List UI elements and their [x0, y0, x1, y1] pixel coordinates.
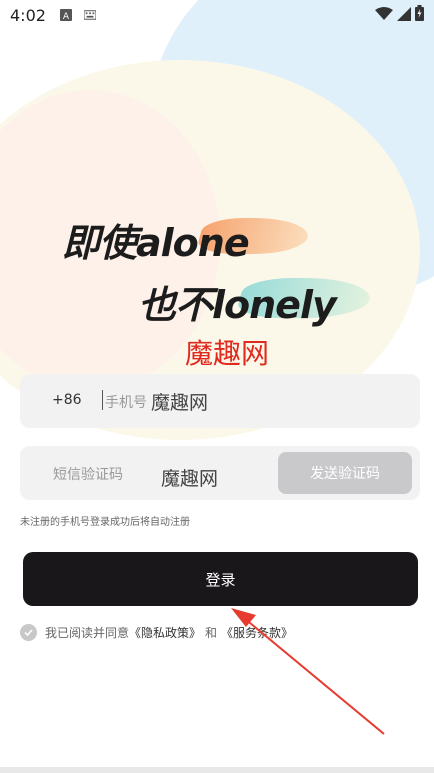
code-watermark: 魔趣网 [161, 468, 219, 490]
code-placeholder: 短信验证码 [53, 467, 123, 483]
svg-text:A: A [63, 12, 70, 21]
agreement-prefix: 我已阅读并同意 [45, 626, 130, 640]
slogan-line-1: 即使alone [62, 221, 250, 265]
phone-field[interactable]: +86 手机号 魔趣网 [20, 374, 420, 428]
login-button[interactable]: 登录 [23, 552, 418, 606]
wifi-icon [375, 6, 393, 25]
verification-code-field[interactable]: 短信验证码 魔趣网 发送验证码 [20, 446, 420, 500]
battery-icon [415, 5, 424, 25]
country-code[interactable]: +86 [52, 392, 82, 408]
keyboard-icon [83, 9, 96, 21]
privacy-policy-link[interactable]: 《隐私政策》 [129, 624, 201, 641]
send-code-button[interactable]: 发送验证码 [278, 452, 412, 494]
agreement-and: 和 [205, 626, 218, 640]
agree-checkbox[interactable] [20, 624, 37, 641]
slogan-line-2: 也不lonely [138, 283, 337, 327]
slogan-banner: 即使alone 也不lonely [0, 200, 434, 330]
agreement-row: 我已阅读并同意 《隐私政策》 和 《服务条款》 [20, 624, 293, 641]
phone-placeholder: 手机号 [105, 395, 147, 411]
register-hint: 未注册的手机号登录成功后将自动注册 [20, 517, 190, 528]
status-right [375, 5, 424, 25]
signal-icon [397, 6, 411, 25]
phone-watermark: 魔趣网 [151, 392, 209, 414]
status-time: 4:02 [10, 5, 46, 25]
text-cursor [102, 390, 103, 410]
status-bar: 4:02 A [0, 0, 434, 30]
bottom-divider [0, 767, 434, 773]
font-a-icon: A [59, 9, 72, 21]
check-icon [24, 629, 33, 637]
watermark-text: 魔趣网 [185, 337, 270, 370]
terms-of-service-link[interactable]: 《服务条款》 [221, 624, 293, 641]
